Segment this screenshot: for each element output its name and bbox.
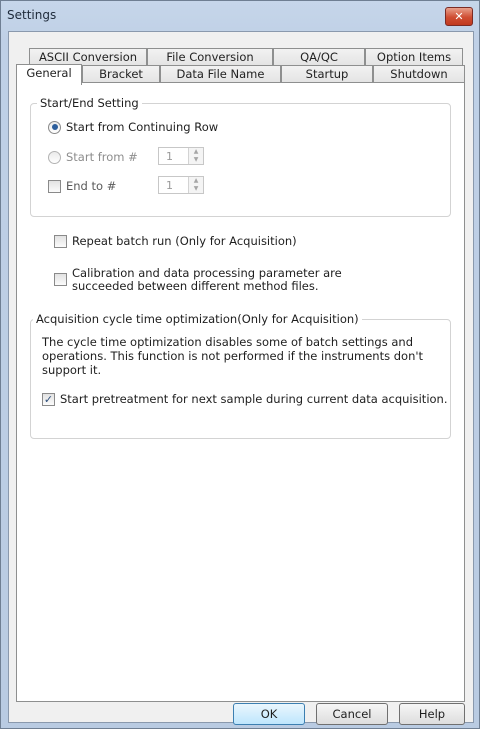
title-bar: Settings ✕ [1, 1, 479, 29]
cycle-desc-line2: operations. This function is not perform… [42, 349, 424, 363]
cycle-desc-line1: The cycle time optimization disables som… [42, 335, 413, 349]
spinner-buttons: ▲ ▼ [188, 177, 203, 193]
start-pretreatment-label: Start pretreatment for next sample durin… [60, 392, 448, 406]
tab-file-conversion[interactable]: File Conversion [147, 48, 273, 65]
window-title: Settings [7, 8, 57, 22]
start-end-group: Start/End Setting Start from Continuing … [30, 96, 451, 217]
checkbox-end-to-label: End to # [66, 179, 117, 193]
calibration-label-line2: succeeded between different method files… [72, 279, 319, 293]
calibration-label: Calibration and data processing paramete… [72, 267, 342, 293]
start-end-legend: Start/End Setting [37, 96, 142, 110]
cancel-button[interactable]: Cancel [316, 703, 388, 725]
tab-startup[interactable]: Startup [281, 65, 373, 82]
spin-up-icon[interactable]: ▲ [189, 148, 203, 156]
settings-dialog: Settings ✕ ASCII Conversion File Convers… [0, 0, 480, 729]
checkbox-start-pretreatment[interactable]: ✓ Start pretreatment for next sample dur… [42, 392, 448, 406]
ok-button[interactable]: OK [233, 703, 305, 725]
radio-start-from-label: Start from # [66, 150, 138, 164]
checkbox-repeat-batch[interactable]: Repeat batch run (Only for Acquisition) [54, 234, 297, 248]
tab-ascii-conversion[interactable]: ASCII Conversion [29, 48, 147, 65]
radio-start-continuing[interactable]: Start from Continuing Row [48, 120, 218, 134]
cycle-optimization-group: Acquisition cycle time optimization(Only… [30, 312, 451, 439]
radio-unselected-icon [48, 150, 61, 164]
check-icon: ✓ [42, 392, 55, 406]
end-number-spinner[interactable]: 1 ▲ ▼ [158, 176, 204, 194]
cycle-description: The cycle time optimization disables som… [42, 335, 423, 377]
tab-data-file-name[interactable]: Data File Name [160, 65, 281, 82]
start-number-spinner[interactable]: 1 ▲ ▼ [158, 147, 204, 165]
checkbox-box [54, 273, 67, 286]
close-icon: ✕ [454, 10, 464, 23]
spin-down-icon[interactable]: ▼ [189, 156, 203, 164]
checkbox-box [48, 179, 61, 193]
close-button[interactable]: ✕ [445, 7, 473, 26]
start-number-value: 1 [166, 150, 173, 163]
spin-up-icon[interactable]: ▲ [189, 177, 203, 185]
radio-start-from[interactable]: Start from # [48, 150, 138, 164]
tab-qa-qc[interactable]: QA/QC [273, 48, 365, 65]
checkbox-box [54, 234, 67, 248]
spinner-buttons: ▲ ▼ [188, 148, 203, 164]
end-number-value: 1 [166, 179, 173, 192]
tab-bracket[interactable]: Bracket [82, 65, 160, 82]
tab-general[interactable]: General [16, 64, 82, 85]
help-button[interactable]: Help [399, 703, 465, 725]
radio-start-continuing-label: Start from Continuing Row [66, 120, 219, 134]
checkbox-end-to[interactable]: End to # [48, 179, 116, 193]
repeat-batch-label: Repeat batch run (Only for Acquisition) [72, 234, 297, 248]
radio-selected-icon [48, 120, 61, 134]
cycle-desc-line3: support it. [42, 363, 102, 377]
checkbox-calibration[interactable]: Calibration and data processing paramete… [54, 267, 342, 293]
spin-down-icon[interactable]: ▼ [189, 185, 203, 193]
general-tab-panel: Start/End Setting Start from Continuing … [16, 82, 465, 702]
tab-option-items[interactable]: Option Items [365, 48, 463, 65]
tab-shutdown[interactable]: Shutdown [373, 65, 465, 82]
dialog-client-area: ASCII Conversion File Conversion QA/QC O… [8, 31, 474, 725]
cycle-optimization-legend: Acquisition cycle time optimization(Only… [33, 312, 362, 326]
